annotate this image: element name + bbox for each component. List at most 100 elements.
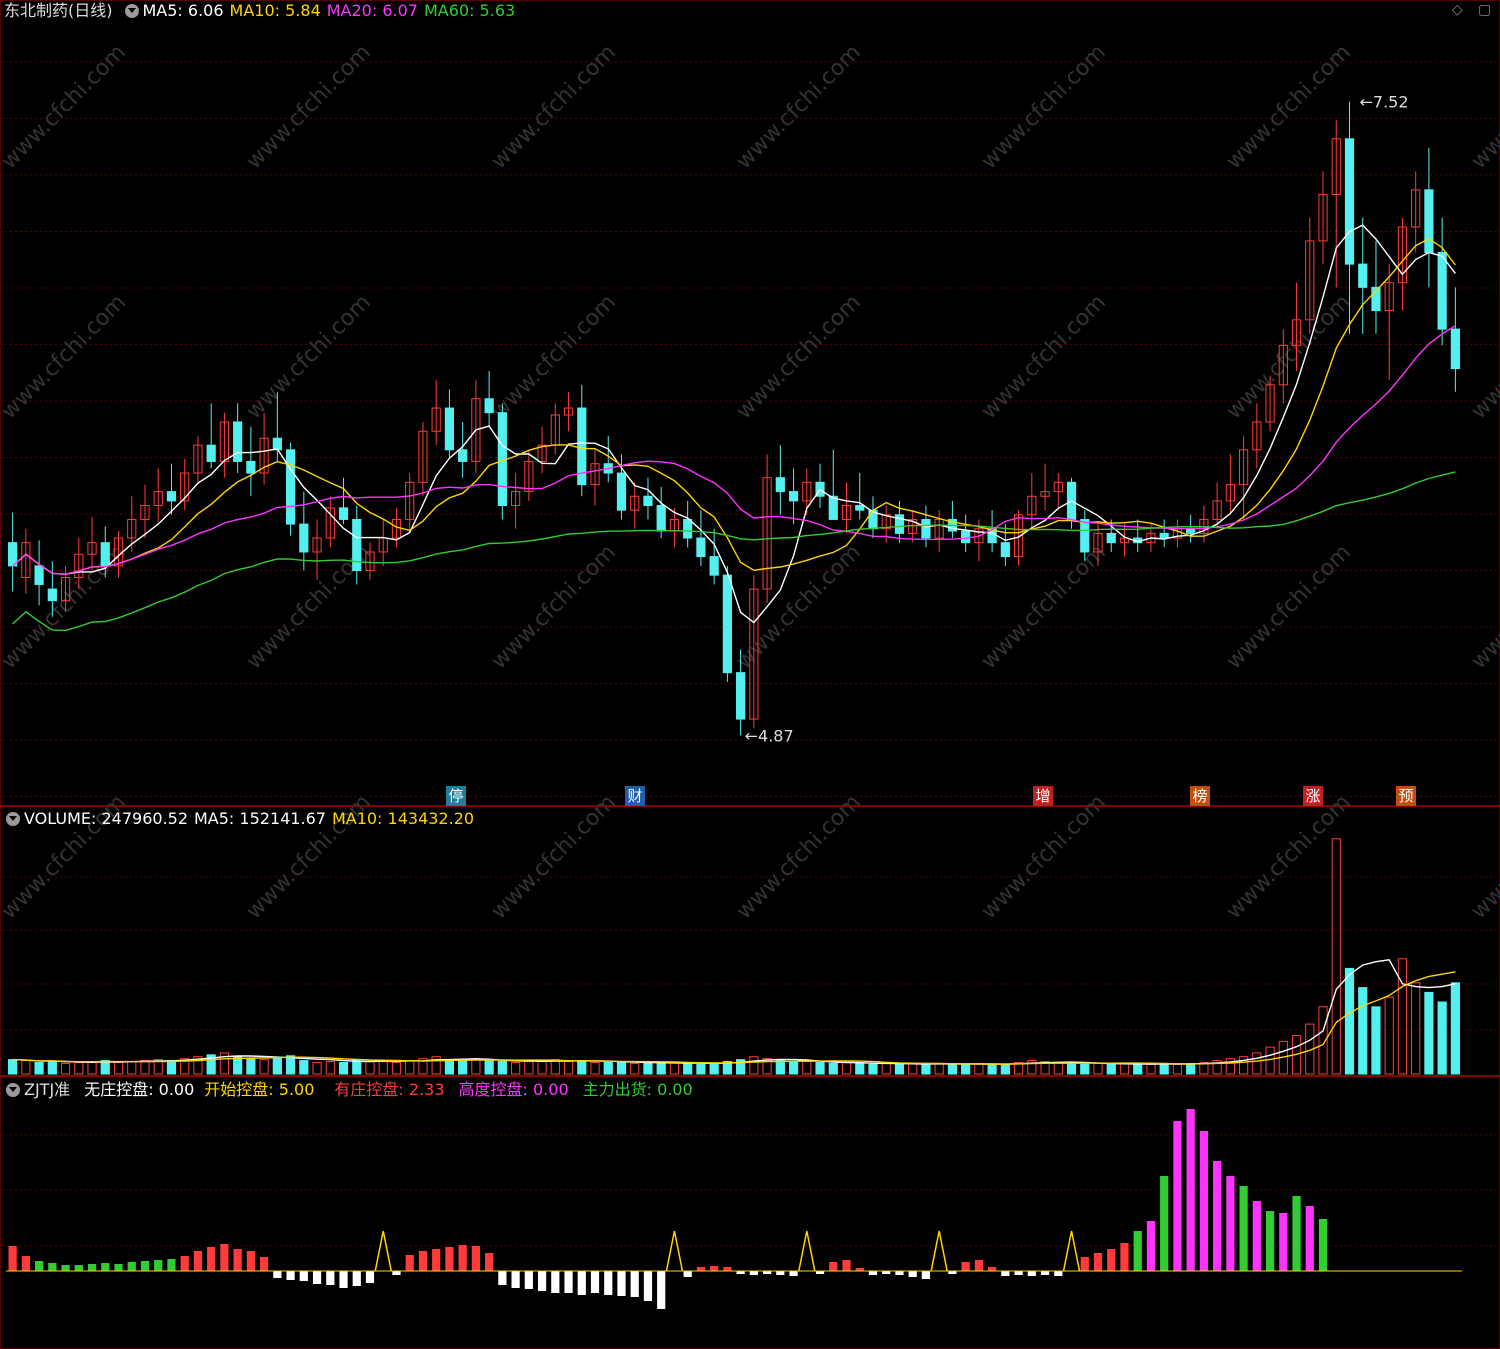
diamond-icon[interactable]: ◇ — [1452, 2, 1463, 18]
candle-body — [736, 672, 746, 720]
volume-bar — [74, 1061, 84, 1075]
volume-value: VOLUME: 247960.52 — [24, 809, 188, 828]
candle-body — [338, 507, 349, 520]
volume-bar — [1437, 1001, 1447, 1075]
volume-bar — [643, 1061, 653, 1075]
indicator-bar — [458, 1245, 467, 1271]
volume-ma10-line — [12, 971, 1456, 1065]
marker-increase[interactable]: 增 — [1033, 786, 1053, 806]
watermark: www.cfchi.com — [487, 290, 621, 424]
watermark: www.cfchi.com — [1467, 540, 1500, 674]
indicator-bar — [220, 1244, 229, 1271]
indicator-bar — [1146, 1221, 1156, 1271]
volume-bar — [921, 1063, 931, 1075]
volume-bar — [1384, 996, 1394, 1075]
indicator-bar — [789, 1271, 798, 1276]
low-annotation: ←4.87 — [745, 726, 794, 745]
volume-bar — [1119, 1062, 1130, 1075]
volume-bar — [1450, 982, 1460, 1075]
watermark: www.cfchi.com — [242, 290, 376, 424]
candle-body — [775, 477, 785, 493]
volume-bar — [1331, 838, 1341, 1075]
indicator-bar — [590, 1271, 600, 1293]
indicator-bar — [657, 1271, 666, 1309]
volume-dropdown-icon[interactable] — [6, 812, 20, 826]
marker-finance[interactable]: 财 — [625, 786, 645, 806]
volume-bar — [709, 1062, 719, 1075]
indicator-bar — [21, 1256, 30, 1271]
volume-bar — [1371, 1006, 1381, 1075]
indicator-bar — [352, 1271, 361, 1286]
volume-bar — [471, 1058, 481, 1075]
indicator-out: 主力出货: 0.00 — [582, 1080, 693, 1099]
marker-limit-up[interactable]: 涨 — [1303, 786, 1323, 806]
volume-bar — [987, 1063, 997, 1075]
volume-bar — [1080, 1063, 1090, 1075]
indicator-bar — [1027, 1271, 1036, 1276]
indicator-bar — [1133, 1231, 1142, 1271]
indicator-signal — [930, 1230, 948, 1272]
volume-bar — [1106, 1063, 1116, 1075]
candle-body — [299, 523, 309, 553]
volume-bar — [259, 1059, 269, 1075]
indicator-bar — [8, 1246, 17, 1271]
volume-bar — [616, 1061, 627, 1075]
indicator-bar — [908, 1271, 917, 1277]
candle-body — [1450, 328, 1460, 370]
indicator-high: 高度控盘: 0.00 — [458, 1080, 569, 1099]
volume-bar — [908, 1062, 918, 1075]
indicator-bar — [273, 1271, 282, 1278]
candle-body — [1000, 542, 1010, 558]
restore-icon[interactable]: ▢ — [1478, 2, 1491, 18]
volume-bar — [497, 1061, 507, 1075]
volume-bar — [537, 1060, 547, 1075]
candle-body — [1344, 138, 1355, 265]
marker-rank[interactable]: 榜 — [1190, 786, 1210, 806]
indicator-bar — [1054, 1271, 1063, 1276]
indicator-bar — [1226, 1176, 1235, 1271]
marker-stop[interactable]: 停 — [446, 786, 466, 806]
volume-bar — [1093, 1062, 1103, 1075]
volume-bar — [577, 1060, 587, 1075]
volume-ma5-line — [12, 959, 1456, 1065]
marker-forecast[interactable]: 预 — [1396, 786, 1416, 806]
volume-bar — [34, 1061, 44, 1075]
indicator-bar — [1239, 1186, 1248, 1271]
watermark: www.cfchi.com — [1467, 290, 1500, 424]
volume-bar — [378, 1060, 388, 1075]
watermark: www.cfchi.com — [487, 540, 621, 674]
volume-bar — [683, 1062, 693, 1075]
volume-bar — [868, 1063, 878, 1075]
indicator-bar — [776, 1271, 785, 1275]
candle-body — [643, 495, 653, 507]
volume-bar — [1344, 967, 1355, 1075]
ma20-value: MA20: 6.07 — [326, 1, 418, 20]
indicator-bar — [537, 1271, 547, 1291]
volume-bar — [1053, 1061, 1063, 1075]
indicator-bar — [868, 1271, 878, 1275]
indicator-bar — [101, 1263, 110, 1271]
volume-bar — [365, 1061, 375, 1075]
indicator-bar — [1265, 1211, 1275, 1271]
dropdown-icon[interactable] — [124, 4, 139, 18]
volume-bar — [47, 1061, 57, 1075]
volume-bar — [299, 1060, 309, 1075]
candle-body — [272, 437, 282, 451]
indicator-bar — [167, 1259, 176, 1271]
watermark: www.cfchi.com — [487, 790, 621, 924]
candle-body — [47, 588, 57, 602]
indicator-bar — [392, 1271, 401, 1275]
volume-bar — [630, 1062, 640, 1075]
volume-bar — [524, 1061, 534, 1075]
watermark: www.cfchi.com — [1467, 40, 1500, 174]
volume-bar — [484, 1060, 494, 1075]
indicator-bar — [193, 1251, 203, 1271]
volume-bar — [1252, 1052, 1262, 1075]
indicator-bar — [207, 1247, 216, 1271]
candle-body — [656, 505, 666, 532]
volume-bar — [1000, 1063, 1010, 1075]
indicator-dropdown-icon[interactable] — [6, 1083, 20, 1097]
watermark: www.cfchi.com — [732, 790, 866, 924]
indicator-bar — [1120, 1243, 1129, 1271]
volume-bar — [140, 1060, 150, 1075]
